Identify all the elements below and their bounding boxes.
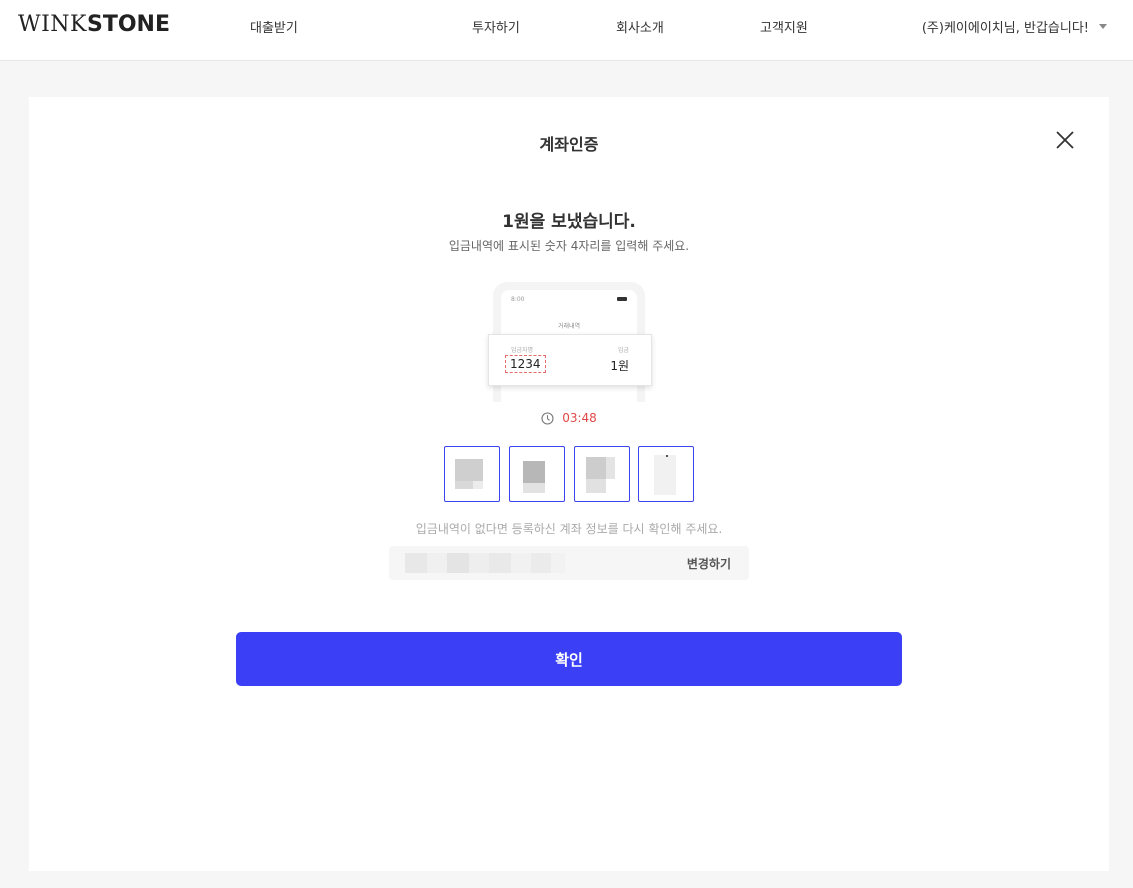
logo-bold-text: STONE	[87, 12, 170, 37]
code-digit-4[interactable]	[638, 446, 694, 502]
code-digit-2[interactable]	[509, 446, 565, 502]
modal-title: 계좌인증	[539, 135, 599, 154]
account-verification-modal: 계좌인증 1원을 보냈습니다. 입금내역에 표시된 숫자 4자리를 입력해 주세…	[29, 97, 1109, 871]
instruction-text: 입금내역에 표시된 숫자 4자리를 입력해 주세요.	[448, 239, 690, 253]
code-digit-1[interactable]	[444, 446, 500, 502]
depositor-label: 입금자명	[511, 347, 534, 354]
masked-digit-block	[455, 481, 473, 489]
winkstone-logo[interactable]: WINKSTONE	[18, 12, 170, 37]
text-cursor	[666, 455, 668, 457]
phone-time: 8:00	[511, 296, 525, 303]
battery-icon	[617, 297, 627, 301]
nav-loan[interactable]: 대출받기	[250, 17, 298, 36]
phone-heading: 거래내역	[557, 323, 581, 330]
timer-value: 03:48	[562, 411, 597, 425]
confirm-button[interactable]: 확인	[236, 632, 902, 686]
masked-digit-block	[523, 461, 545, 483]
nav-support[interactable]: 고객지원	[760, 17, 808, 36]
user-menu[interactable]: (주)케이에이치님, 반갑습니다!	[922, 17, 1107, 36]
masked-digit-block	[586, 479, 606, 493]
sent-headline: 1원을 보냈습니다.	[502, 212, 636, 232]
logo-light-text: WINK	[18, 12, 87, 37]
close-icon[interactable]	[1055, 130, 1075, 150]
masked-digit-block	[606, 457, 615, 479]
clock-icon	[541, 411, 554, 425]
nav-invest[interactable]: 투자하기	[472, 17, 520, 36]
user-greeting: (주)케이에이치님, 반갑습니다!	[921, 21, 1089, 36]
masked-digit-block	[523, 483, 545, 493]
nav-company[interactable]: 회사소개	[616, 17, 664, 36]
deposit-card-illustration: 입금자명 입금 1234 1원	[488, 334, 652, 386]
masked-digit-block	[586, 457, 606, 479]
masked-digit-block	[473, 481, 483, 489]
sample-code: 1234	[505, 355, 546, 373]
chevron-down-icon	[1099, 24, 1107, 29]
account-info-field: 변경하기	[389, 546, 749, 580]
countdown-timer: 03:48	[29, 411, 1109, 425]
masked-digit-block	[654, 455, 676, 495]
masked-digit-block	[455, 459, 483, 481]
sample-amount: 1원	[610, 359, 629, 373]
top-header: WINKSTONE 대출받기 투자하기 회사소개 고객지원 (주)케이에이치님,…	[0, 0, 1133, 61]
masked-account-number	[405, 553, 565, 573]
change-account-button[interactable]: 변경하기	[687, 555, 731, 572]
recheck-notice: 입금내역이 없다면 등록하신 계좌 정보를 다시 확인해 주세요.	[415, 522, 723, 536]
deposit-label: 입금	[617, 347, 629, 354]
code-digit-3[interactable]	[574, 446, 630, 502]
